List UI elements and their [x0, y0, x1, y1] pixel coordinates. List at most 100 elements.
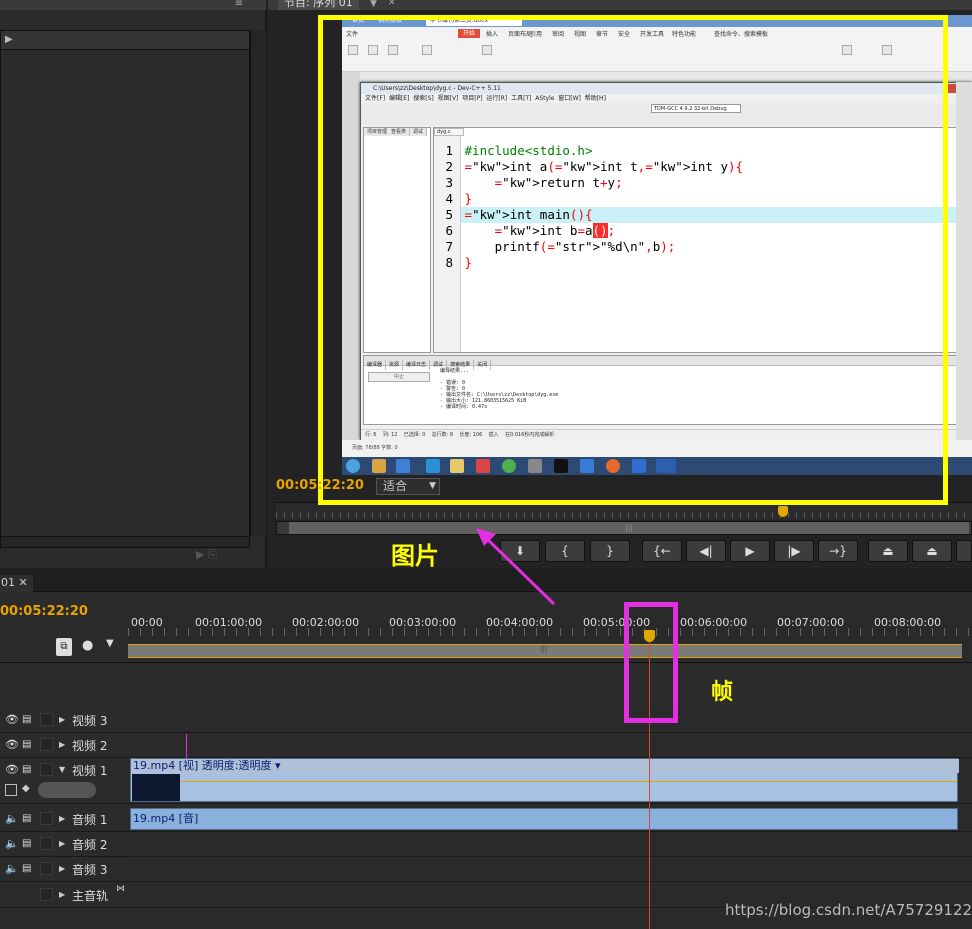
expand-track-icon[interactable]: ▶ [59, 814, 65, 823]
track-area-audio2[interactable] [128, 832, 972, 857]
video-clip-label[interactable]: 19.mp4 [视] 透明度:透明度 ▾ [131, 759, 959, 773]
lock-toggle[interactable] [40, 713, 53, 726]
track-header-video1[interactable]: 👁 ▤ ▼ 视频 1 ◆ [0, 758, 128, 804]
expand-track-icon[interactable]: ▶ [59, 864, 65, 873]
timeline-timecode[interactable]: 00:05:22:20 [0, 604, 88, 619]
new-item-icon[interactable]: ▶ ⎘ [196, 548, 256, 566]
program-zoom-handle[interactable]: ||| [289, 522, 969, 534]
expand-track-icon[interactable]: ▶ [59, 839, 65, 848]
panel-menu-icon[interactable]: ≡ [228, 0, 250, 10]
track-header-master[interactable]: ▶ 主音轨 ⋈ [0, 882, 128, 908]
track-name: 视频 1 [72, 764, 108, 778]
edit-point-marker [186, 734, 187, 758]
track-header-video2[interactable]: 👁 ▤ ▶ 视频 2 [0, 733, 128, 758]
sync-icon[interactable]: ▤ [22, 862, 36, 876]
collapse-track-icon[interactable]: ▼ [59, 765, 65, 774]
project-vscrollbar[interactable] [250, 30, 266, 536]
expand-track-icon[interactable]: ▶ [59, 715, 65, 724]
master-expand-icon[interactable]: ⋈ [116, 884, 125, 894]
eye-icon[interactable]: 👁 [5, 763, 19, 777]
go-to-out-button[interactable]: →} [818, 540, 858, 562]
sync-icon[interactable]: ▤ [22, 812, 36, 826]
step-forward-button[interactable]: |▶ [774, 540, 814, 562]
lock-toggle[interactable] [40, 888, 53, 901]
fit-dropdown[interactable]: 适合 ▼ [376, 478, 440, 495]
frame-highlight-box [624, 602, 678, 723]
keyframe-nav[interactable] [38, 782, 96, 798]
lock-toggle[interactable] [40, 763, 53, 776]
project-list-header[interactable]: ▶ [0, 30, 250, 50]
eye-icon[interactable]: 👁 [5, 738, 19, 752]
mark-out-button[interactable]: } [590, 540, 630, 562]
track-area-video3[interactable] [128, 707, 972, 733]
program-tab-bar: 节目: 序列 01 ▼ ✕ [268, 0, 972, 10]
track-name: 音频 1 [72, 813, 108, 827]
expand-track-icon[interactable]: ▶ [59, 890, 65, 899]
track-header-audio3[interactable]: 🔈 ▤ ▶ 音频 3 [0, 857, 128, 882]
extract-button[interactable]: ⏏ [912, 540, 952, 562]
add-marker-icon[interactable]: ▼ [106, 638, 118, 656]
sync-icon[interactable]: ▤ [22, 837, 36, 851]
eye-icon[interactable]: 👁 [5, 713, 19, 727]
project-hscrollbar[interactable] [0, 536, 250, 548]
go-to-in-button[interactable]: {← [642, 540, 682, 562]
marker-bulb-icon[interactable]: ● [82, 638, 98, 656]
film-icon[interactable]: ▤ [22, 763, 36, 777]
film-icon[interactable]: ▤ [22, 738, 36, 752]
speaker-icon[interactable]: 🔈 [5, 837, 19, 851]
play-button[interactable]: ▶ [730, 540, 770, 562]
ruler-label: 00:07:00:00 [777, 616, 845, 629]
step-back-button[interactable]: ◀| [686, 540, 726, 562]
ruler-label: 00:08:00:00 [874, 616, 942, 629]
lock-toggle[interactable] [40, 812, 53, 825]
project-panel: ≡ ▶ ▶ ⎘ [0, 0, 266, 568]
lock-toggle[interactable] [40, 837, 53, 850]
wps-vscrollbar [956, 82, 972, 440]
lock-toggle[interactable] [40, 738, 53, 751]
track-header-audio1[interactable]: 🔈 ▤ ▶ 音频 1 [0, 806, 128, 832]
ruler-label: 00:06:00:00 [680, 616, 748, 629]
expand-track-icon[interactable]: ▶ [59, 740, 65, 749]
tab-close-icon[interactable]: ✕ [388, 0, 396, 8]
audio-clip[interactable]: 19.mp4 [音] [130, 808, 958, 830]
track-header-audio2[interactable]: 🔈 ▤ ▶ 音频 2 [0, 832, 128, 857]
picture-highlight-box [318, 15, 948, 505]
speaker-icon[interactable]: 🔈 [5, 862, 19, 876]
chevron-down-icon: ▼ [429, 481, 436, 491]
track-name: 主音轨 [72, 889, 109, 903]
tab-sequence[interactable]: 01 ✕ [0, 575, 33, 592]
tab-menu-icon[interactable]: ▼ [370, 0, 377, 9]
annotation-arrow-icon [476, 528, 556, 606]
track-area-video2[interactable] [128, 733, 972, 758]
opacity-line[interactable] [181, 781, 957, 782]
project-list[interactable] [0, 50, 250, 536]
program-playhead[interactable] [778, 506, 788, 517]
export-frame-button[interactable] [956, 540, 972, 562]
lift-button[interactable]: ⏏ [868, 540, 908, 562]
tab-program-sequence[interactable]: 节目: 序列 01 [278, 0, 359, 10]
video-clip[interactable]: 19.mp4 [视] 透明度:透明度 ▾ [130, 758, 959, 802]
timeline-divider [0, 662, 972, 663]
ruler-label: 00:01:00:00 [195, 616, 263, 629]
film-icon[interactable]: ▤ [22, 713, 36, 727]
track-header-video3[interactable]: 👁 ▤ ▶ 视频 3 [0, 707, 128, 733]
speaker-icon[interactable]: 🔈 [5, 812, 19, 826]
program-timecode[interactable]: 00:05:22:20 [276, 478, 364, 493]
ruler-label: 00:02:00:00 [292, 616, 360, 629]
ruler-label: 00:04:00:00 [486, 616, 554, 629]
project-tab-bar [0, 0, 266, 10]
tab-sequence-label: 01 [1, 576, 15, 589]
display-style-icon[interactable] [5, 784, 17, 796]
work-area-grip[interactable]: ||| [540, 645, 547, 653]
track-name: 音频 2 [72, 838, 108, 852]
track-footer [0, 908, 128, 929]
lock-toggle[interactable] [40, 862, 53, 875]
track-name: 视频 2 [72, 739, 108, 753]
expand-arrow-icon[interactable]: ▶ [5, 31, 25, 49]
fit-dropdown-value: 适合 [383, 479, 408, 493]
watermark: https://blog.csdn.net/A757291228 [725, 901, 972, 919]
keyframe-diamond-icon[interactable]: ◆ [22, 783, 30, 794]
snap-icon[interactable]: ⧉ [56, 638, 72, 656]
track-area-audio3[interactable] [128, 857, 972, 882]
frame-annotation: 帧 [711, 680, 734, 705]
